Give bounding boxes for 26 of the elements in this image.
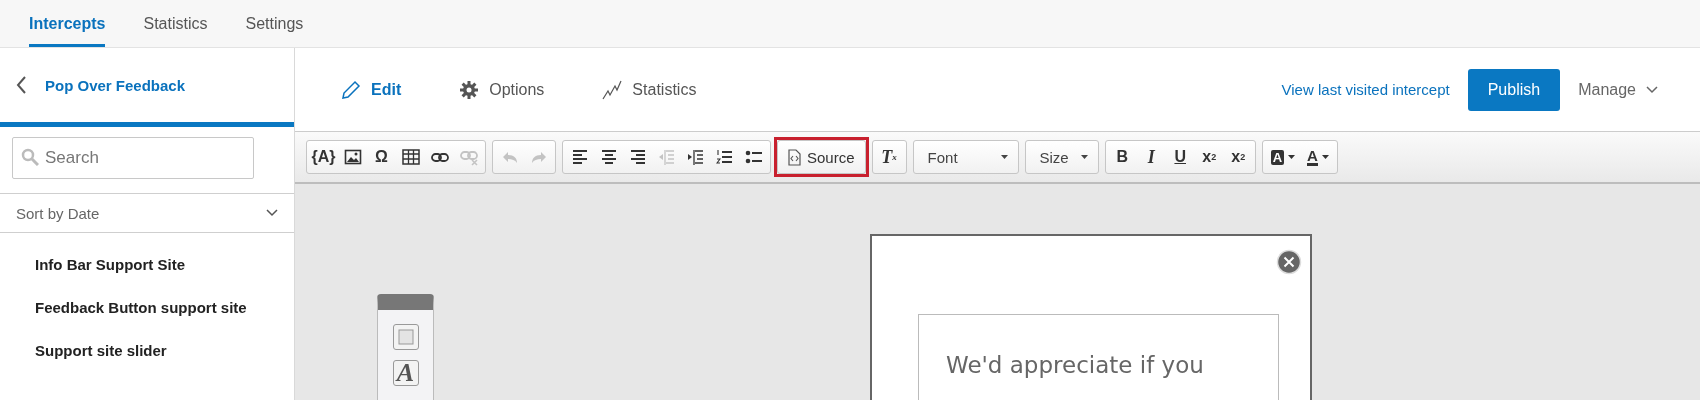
toolbar-button[interactable]: {A} bbox=[309, 143, 338, 171]
toolbar-button[interactable]: I bbox=[1136, 143, 1166, 171]
last-intercept-link[interactable]: View last visited intercept bbox=[1281, 81, 1450, 98]
dropdown[interactable]: Font bbox=[915, 143, 1016, 171]
toolbar-button[interactable]: B bbox=[1107, 143, 1137, 171]
popup-text: We'd appreciate if you bbox=[946, 351, 1205, 380]
toolbar-button[interactable]: Ω bbox=[367, 143, 396, 171]
search-field[interactable]: Search bbox=[12, 137, 254, 179]
dropdown[interactable]: Size bbox=[1027, 143, 1096, 171]
mode-tab[interactable]: Edit bbox=[341, 79, 402, 100]
mode-tab[interactable]: Statistics bbox=[602, 79, 697, 100]
highlight-color-button[interactable]: A bbox=[1264, 143, 1302, 171]
sort-dropdown[interactable]: Sort by Date bbox=[0, 194, 294, 233]
publish-button[interactable]: Publish bbox=[1467, 68, 1561, 111]
text-tool[interactable]: A bbox=[392, 360, 419, 386]
intercept-item[interactable]: Feedback Button support site bbox=[35, 299, 294, 316]
manage-menu[interactable]: Manage bbox=[1578, 80, 1658, 99]
source-button[interactable]: Source bbox=[780, 143, 863, 171]
nav-tab[interactable]: Statistics bbox=[143, 0, 208, 47]
toolbar-button[interactable]: U bbox=[1165, 143, 1195, 171]
nav-tab[interactable]: Settings bbox=[245, 0, 304, 47]
intercept-item[interactable]: Support site slider bbox=[35, 342, 294, 359]
text-color-button[interactable]: A bbox=[1301, 143, 1335, 171]
mode-tab[interactable]: Options bbox=[459, 79, 545, 100]
intercept-item[interactable]: Info Bar Support Site bbox=[35, 256, 294, 273]
intercept-title: Pop Over Feedback bbox=[45, 76, 186, 94]
